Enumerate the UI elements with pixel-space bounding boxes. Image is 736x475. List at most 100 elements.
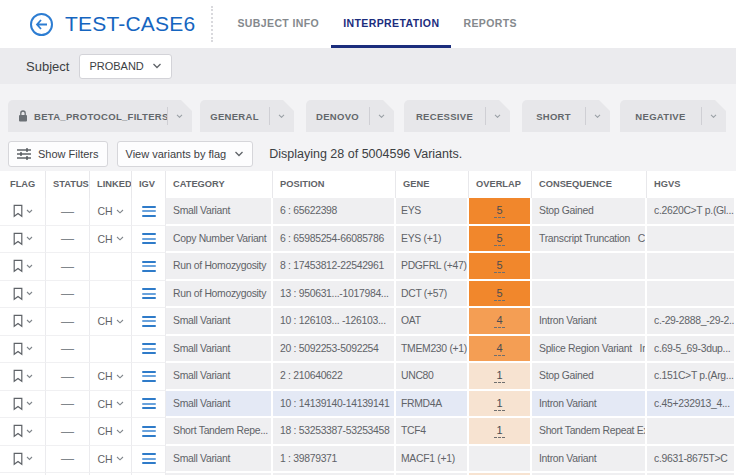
igv-button[interactable] [132,198,166,226]
column-header-category[interactable]: CATEGORY [166,171,273,198]
gene-cell: FRMD4A [396,391,469,419]
filter-tab-menu-caret[interactable] [585,100,610,132]
tab-interpretation[interactable]: INTERPRETATION [331,0,451,48]
column-header-igv[interactable]: IGV [132,171,166,198]
flag-cell[interactable] [0,418,46,446]
table-row[interactable]: — CH Small Variant 10 : 126103... -12610… [0,308,736,336]
tab-subject-info[interactable]: SUBJECT INFO [225,0,331,48]
filter-tab-menu-caret[interactable] [269,100,294,132]
toolbar: Show Filters View variants by flag Displ… [8,141,736,167]
table-row[interactable]: — CH Copy Number Variant 6 : 65985254-66… [0,226,736,254]
overlap-count[interactable]: 4 [494,313,506,328]
igv-button[interactable] [132,363,166,391]
linked-cell[interactable] [90,281,132,309]
linked-cell[interactable]: CH [90,418,132,446]
status-cell: — [46,391,90,419]
igv-button[interactable] [132,418,166,446]
filter-tab-menu-caret[interactable] [485,100,510,132]
back-button[interactable] [30,13,53,36]
igv-button[interactable] [132,253,166,281]
table-row[interactable]: — CH Small Variant 10 : 14139140-1413914… [0,391,736,419]
column-header-gene[interactable]: GENE [396,171,469,198]
linked-cell[interactable]: CH [90,308,132,336]
gene-cell: OAT [396,308,469,336]
overlap-count[interactable]: 5 [494,203,506,218]
flag-cell[interactable] [0,281,46,309]
column-header-linked[interactable]: LINKED [90,171,132,198]
column-header-consequence[interactable]: CONSEQUENCE [532,171,647,198]
column-header-position[interactable]: POSITION [273,171,396,198]
column-header-status[interactable]: STATUS [46,171,90,198]
table-row[interactable]: — Run of Homozygosity 13 : 950631...-101… [0,281,736,309]
table-body: — CH Small Variant 6 : 65622398 EYS 5 St… [0,198,736,475]
view-mode-select[interactable]: View variants by flag [117,141,254,167]
position-cell: 6 : 65985254-66085786 [273,226,396,254]
table-row[interactable]: — CH Small Variant 1 : 39879371 MACF1 (+… [0,446,736,474]
bookmark-flag-icon [12,369,24,383]
overlap-count[interactable]: 5 [494,231,506,246]
chevron-down-icon [26,346,33,351]
hgvs-cell [647,281,736,309]
table-row[interactable]: — CH Small Variant 2 : 210640622 UNC80 1… [0,363,736,391]
subject-label: Subject [26,59,69,74]
overlap-count[interactable]: 5 [494,258,506,273]
table-row[interactable]: — CH Short Tandem Repe... 18 : 53253387-… [0,418,736,446]
tab-reports[interactable]: REPORTS [451,0,529,48]
overlap-count[interactable]: 5 [494,286,506,301]
table-row[interactable]: — Run of Homozygosity 8 : 17453812-22542… [0,253,736,281]
variant-count-summary: Displaying 28 of 5004596 Variants. [269,147,462,161]
linked-cell[interactable]: CH [90,363,132,391]
top-tabs: SUBJECT INFO INTERPRETATION REPORTS [225,0,529,48]
filter-tab-recessive[interactable]: RECESSIVE [404,100,510,132]
hgvs-cell: c.151C>T p.(Arg... [647,363,736,391]
table-row[interactable]: — CH Small Variant 6 : 65622398 EYS 5 St… [0,198,736,226]
overlap-count[interactable]: 1 [494,423,506,438]
overlap-count[interactable]: 4 [494,341,506,356]
igv-tracks-icon [142,316,156,327]
filter-icon [17,148,31,160]
column-header-overlap[interactable]: OVERLAP [469,171,532,198]
overlap-cell: 4 [469,308,532,336]
igv-tracks-icon [142,398,156,409]
filter-tab-menu-caret[interactable] [369,100,394,132]
flag-cell[interactable] [0,446,46,474]
linked-cell[interactable]: CH [90,391,132,419]
filter-tab-general[interactable]: GENERAL [200,100,294,132]
igv-button[interactable] [132,281,166,309]
flag-cell[interactable] [0,253,46,281]
column-header-flag[interactable]: FLAG [0,171,46,198]
igv-button[interactable] [132,446,166,474]
flag-cell[interactable] [0,308,46,336]
flag-cell[interactable] [0,363,46,391]
linked-cell[interactable] [90,336,132,364]
overlap-count[interactable]: 1 [494,368,506,383]
flag-cell[interactable] [0,336,46,364]
linked-cell[interactable]: CH [90,446,132,474]
filter-tab-negative[interactable]: NEGATIVE [620,100,726,132]
chevron-down-icon [26,209,33,214]
linked-cell[interactable]: CH [90,226,132,254]
flag-cell[interactable] [0,198,46,226]
category-cell: Small Variant [166,391,273,419]
linked-cell[interactable]: CH [90,198,132,226]
filter-tab-beta_protocol_filters[interactable]: BETA_PROTOCOL_FILTERS [8,100,192,132]
subject-select[interactable]: PROBAND [79,54,171,79]
hgvs-cell: c.2620C>T p.(Gl... [647,198,736,226]
igv-button[interactable] [132,226,166,254]
filter-tab-menu-caret[interactable] [701,100,726,132]
flag-cell[interactable] [0,391,46,419]
overlap-cell: 5 [469,198,532,226]
filter-tab-denovo[interactable]: DENOVO [306,100,394,132]
linked-cell[interactable] [90,253,132,281]
overlap-count[interactable]: 1 [494,396,506,411]
igv-button[interactable] [132,336,166,364]
filter-tab-menu-caret[interactable] [167,100,192,132]
igv-button[interactable] [132,308,166,336]
column-header-hgvs[interactable]: HGVS [647,171,736,198]
show-filters-button[interactable]: Show Filters [8,141,108,167]
table-row[interactable]: — Small Variant 20 : 5092253-5092254 TME… [0,336,736,364]
bookmark-flag-icon [12,424,24,438]
igv-button[interactable] [132,391,166,419]
flag-cell[interactable] [0,226,46,254]
filter-tab-short[interactable]: SHORT [522,100,610,132]
